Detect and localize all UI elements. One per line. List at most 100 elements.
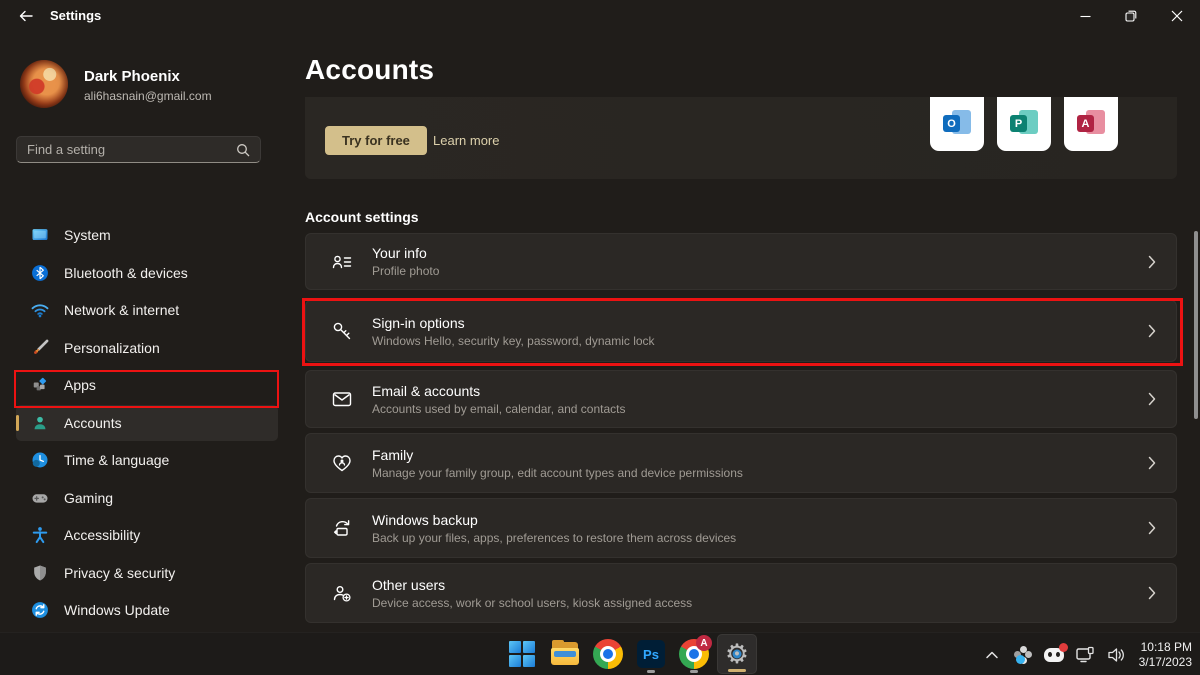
sidebar-item-system[interactable]: System bbox=[16, 217, 278, 253]
sidebar-item-gaming[interactable]: Gaming bbox=[16, 480, 278, 516]
annotation-box-accounts bbox=[14, 370, 279, 408]
chevron-up-icon bbox=[985, 650, 999, 660]
section-header: Account settings bbox=[305, 209, 419, 225]
start-button[interactable] bbox=[502, 634, 542, 674]
gamepad-icon bbox=[30, 488, 50, 508]
chrome-icon bbox=[593, 639, 623, 669]
close-button[interactable] bbox=[1154, 0, 1200, 32]
row-subtitle: Manage your family group, edit account t… bbox=[372, 466, 743, 480]
profile-email: ali6hasnain@gmail.com bbox=[84, 89, 212, 103]
row-title: Family bbox=[372, 447, 743, 463]
profile-name: Dark Phoenix bbox=[84, 68, 180, 85]
access-icon: A bbox=[1077, 110, 1105, 138]
avatar[interactable] bbox=[20, 60, 68, 108]
publisher-icon: P bbox=[1010, 110, 1038, 138]
tray-chevron-button[interactable] bbox=[980, 643, 1004, 667]
running-indicator bbox=[690, 670, 698, 673]
sidebar-item-label: Personalization bbox=[64, 340, 160, 356]
file-explorer-button[interactable] bbox=[545, 634, 585, 674]
publisher-app-card: P bbox=[997, 97, 1051, 151]
volume-icon bbox=[1106, 646, 1126, 664]
row-subtitle: Profile photo bbox=[372, 264, 439, 278]
sidebar-item-windows-update[interactable]: Windows Update bbox=[16, 592, 278, 628]
add-user-icon bbox=[330, 581, 354, 605]
backup-icon bbox=[330, 516, 354, 540]
row-subtitle: Back up your files, apps, preferences to… bbox=[372, 531, 736, 545]
minimize-button[interactable] bbox=[1062, 0, 1108, 32]
gear-icon: ⚙ bbox=[725, 641, 749, 668]
row-title: Windows backup bbox=[372, 512, 736, 528]
row-your-info[interactable]: Your info Profile photo bbox=[305, 233, 1177, 290]
volume-tray-button[interactable] bbox=[1104, 643, 1128, 667]
display-tray-button[interactable] bbox=[1073, 643, 1097, 667]
sidebar-item-label: Time & language bbox=[64, 452, 169, 468]
sidebar-item-label: Gaming bbox=[64, 490, 113, 506]
sidebar-item-label: Privacy & security bbox=[64, 565, 175, 581]
contact-card-icon bbox=[330, 250, 354, 274]
sidebar-item-network[interactable]: Network & internet bbox=[16, 292, 278, 328]
search-box[interactable] bbox=[16, 136, 261, 163]
row-email-accounts[interactable]: Email & accounts Accounts used by email,… bbox=[305, 370, 1177, 428]
scrollbar-thumb[interactable] bbox=[1194, 231, 1198, 419]
promo-banner: Try for free Learn more O P A bbox=[305, 97, 1177, 179]
sidebar-item-label: Network & internet bbox=[64, 302, 179, 318]
outlook-icon: O bbox=[943, 110, 971, 138]
back-arrow-icon bbox=[18, 8, 34, 24]
sidebar-item-personalization[interactable]: Personalization bbox=[16, 330, 278, 366]
bluetooth-icon bbox=[30, 263, 50, 283]
row-subtitle: Device access, work or school users, kio… bbox=[372, 596, 692, 610]
envelope-icon bbox=[330, 387, 354, 411]
clock-time: 10:18 PM bbox=[1139, 640, 1192, 655]
learn-more-link[interactable]: Learn more bbox=[433, 133, 499, 148]
sidebar: Dark Phoenix ali6hasnain@gmail.com Syste… bbox=[0, 32, 290, 632]
selected-indicator bbox=[16, 415, 19, 431]
clock-date: 3/17/2023 bbox=[1139, 655, 1192, 670]
heart-icon bbox=[330, 451, 354, 475]
restore-icon bbox=[1125, 10, 1137, 22]
chrome-profile-button[interactable]: A bbox=[674, 634, 714, 674]
row-subtitle: Accounts used by email, calendar, and co… bbox=[372, 402, 625, 416]
sidebar-item-time-language[interactable]: Time & language bbox=[16, 442, 278, 478]
settings-button[interactable]: ⚙ bbox=[717, 634, 757, 674]
sidebar-item-accounts[interactable]: Accounts bbox=[16, 405, 278, 441]
update-icon bbox=[30, 600, 50, 620]
clock[interactable]: 10:18 PM 3/17/2023 bbox=[1139, 640, 1192, 670]
window-title: Settings bbox=[50, 8, 101, 23]
row-other-users[interactable]: Other users Device access, work or schoo… bbox=[305, 563, 1177, 623]
wifi-icon bbox=[30, 300, 50, 320]
row-family[interactable]: Family Manage your family group, edit ac… bbox=[305, 433, 1177, 493]
folder-icon bbox=[551, 642, 579, 666]
sidebar-item-privacy[interactable]: Privacy & security bbox=[16, 555, 278, 591]
monitor-icon bbox=[30, 225, 50, 245]
sidebar-item-accessibility[interactable]: Accessibility bbox=[16, 517, 278, 553]
row-title: Other users bbox=[372, 577, 692, 593]
chrome-icon: A bbox=[679, 639, 709, 669]
sidebar-item-label: Bluetooth & devices bbox=[64, 265, 188, 281]
sidebar-item-label: Accounts bbox=[64, 415, 122, 431]
page-title: Accounts bbox=[305, 54, 434, 86]
search-icon bbox=[236, 143, 250, 157]
profile-badge: A bbox=[696, 635, 712, 651]
accessibility-icon bbox=[30, 525, 50, 545]
person-icon bbox=[30, 413, 50, 433]
taskbar: Ps A ⚙ bbox=[0, 632, 1200, 675]
chrome-button[interactable] bbox=[588, 634, 628, 674]
back-button[interactable] bbox=[10, 4, 42, 28]
row-windows-backup[interactable]: Windows backup Back up your files, apps,… bbox=[305, 498, 1177, 558]
paintbrush-icon bbox=[30, 338, 50, 358]
pinwheel-icon bbox=[1014, 646, 1032, 664]
active-indicator bbox=[728, 669, 746, 672]
close-icon bbox=[1171, 10, 1183, 22]
chevron-right-icon bbox=[1148, 255, 1156, 269]
row-title: Your info bbox=[372, 245, 439, 261]
discord-tray-button[interactable] bbox=[1042, 643, 1066, 667]
search-input[interactable] bbox=[27, 142, 236, 157]
chevron-right-icon bbox=[1148, 456, 1156, 470]
sidebar-item-bluetooth[interactable]: Bluetooth & devices bbox=[16, 255, 278, 291]
tray-app-button[interactable] bbox=[1011, 643, 1035, 667]
restore-button[interactable] bbox=[1108, 0, 1154, 32]
photoshop-button[interactable]: Ps bbox=[631, 634, 671, 674]
discord-icon bbox=[1044, 648, 1064, 662]
try-for-free-button[interactable]: Try for free bbox=[325, 126, 427, 155]
chevron-right-icon bbox=[1148, 392, 1156, 406]
